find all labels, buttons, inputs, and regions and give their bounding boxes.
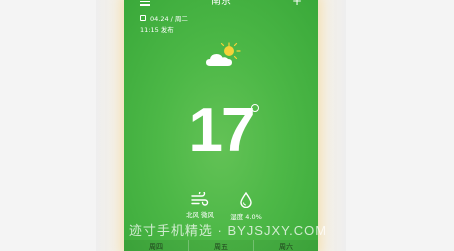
right-backdrop (318, 0, 346, 251)
calendar-icon (140, 15, 146, 21)
partly-cloudy-icon (206, 42, 241, 66)
publish-time: 11:15 发布 (140, 26, 174, 34)
water-drop-icon (240, 192, 252, 208)
forecast-day[interactable]: 周五 (188, 240, 253, 251)
date-row: 04.24 / 周二 (140, 13, 188, 23)
forecast-bar: 周四 周五 周六 (124, 240, 318, 251)
temperature-value: 17 (188, 96, 256, 165)
date-text: 04.24 / 周二 (150, 15, 188, 23)
menu-icon[interactable] (140, 0, 150, 6)
add-city-icon[interactable]: + (292, 0, 302, 8)
left-backdrop (96, 0, 124, 251)
forecast-day[interactable]: 周六 (253, 240, 318, 251)
forecast-day[interactable]: 周四 (124, 240, 188, 251)
city-title[interactable]: 南京 (211, 0, 231, 10)
wind-icon (191, 192, 209, 206)
weather-app-screen: 南京 + 04.24 / 周二 11:15 发布 17 北风 微风 湿度 4.0… (124, 0, 318, 251)
humidity-stat: 湿度 4.0% (216, 192, 276, 221)
degree-symbol (251, 104, 259, 112)
top-bar: 南京 + (124, 0, 318, 10)
watermark-text: 迹寸手机精选 · BYJSJXY.COM (128, 223, 328, 238)
